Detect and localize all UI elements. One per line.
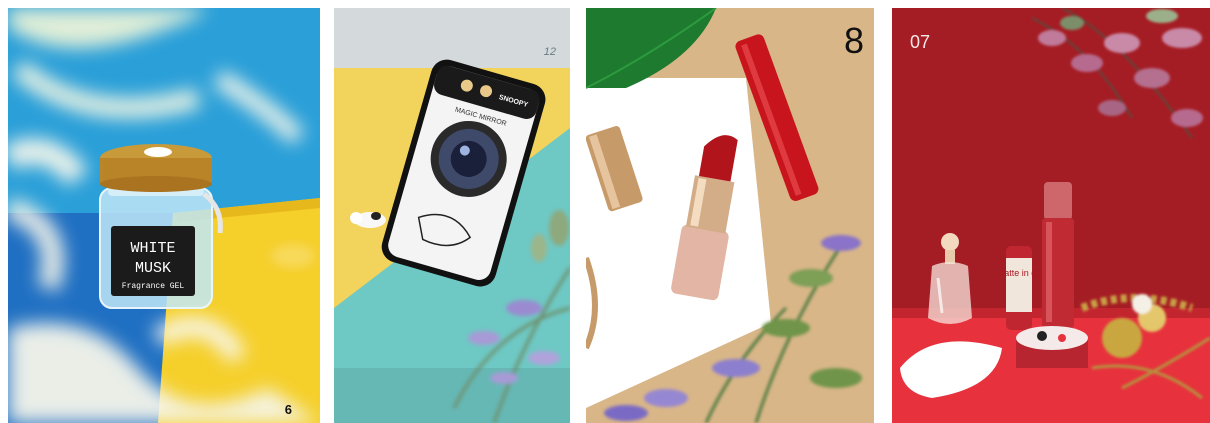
svg-text:MUSK: MUSK	[135, 260, 171, 277]
pump-bottle	[1042, 182, 1074, 328]
photo-number: 8	[843, 20, 864, 61]
camera-case-illustration: MAGIC MIRROR SNOOPY	[334, 8, 570, 423]
photo-number: 6	[284, 402, 292, 417]
white-musk-illustration: WHITE MUSK Fragrance GEL	[8, 8, 320, 423]
photo-red-display[interactable]: matte in go 07	[892, 8, 1210, 423]
svg-text:matte in go: matte in go	[997, 268, 1042, 278]
svg-text:Fragrance GEL: Fragrance GEL	[122, 282, 185, 291]
photo-camera-case[interactable]: MAGIC MIRROR SNOOPY 12	[334, 8, 570, 423]
photo-white-musk[interactable]: WHITE MUSK Fragrance GEL 6	[8, 8, 320, 423]
jar: WHITE MUSK Fragrance GEL	[99, 144, 223, 309]
photo-number: 07	[910, 32, 931, 52]
svg-text:WHITE: WHITE	[130, 240, 175, 257]
cream-jar	[1016, 326, 1088, 368]
red-display-illustration: matte in go	[892, 8, 1210, 423]
lipsticks-illustration	[586, 8, 874, 423]
photo-number: 12	[543, 46, 556, 58]
photo-lipsticks[interactable]: 8	[586, 8, 874, 423]
